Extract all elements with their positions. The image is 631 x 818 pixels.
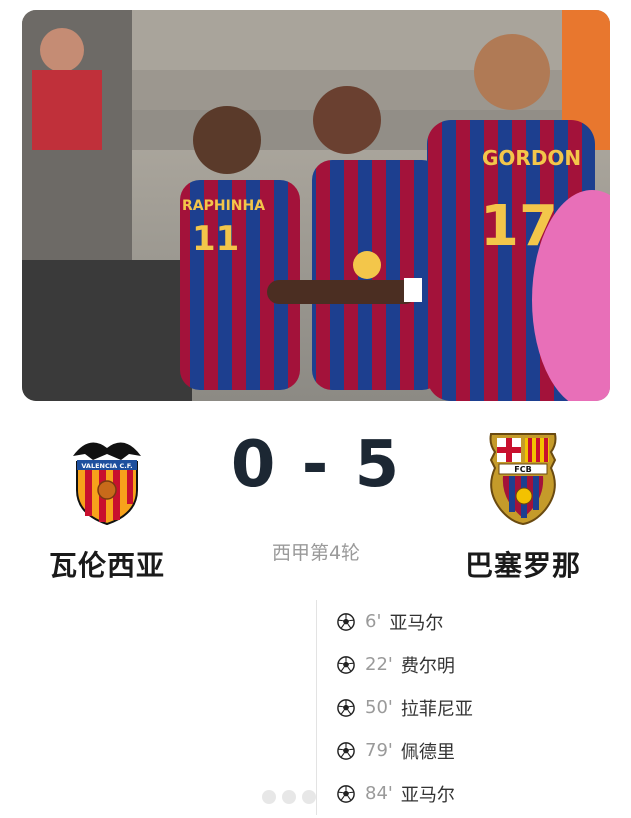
goal-scorer: 亚马尔 [400,784,455,806]
goal-item: 79' 佩德里 [317,729,577,772]
home-team: VALENCIA C.F. 瓦伦西亚 [22,430,192,584]
valencia-crest-icon: VALENCIA C.F. [73,442,141,526]
goal-item: 50' 拉菲尼亚 [317,686,577,729]
away-team: FCB 巴塞罗那 [438,430,608,584]
goal-scorer: 拉菲尼亚 [400,698,473,720]
match-round: 西甲第4轮 [271,542,361,564]
soccer-ball-icon [337,655,355,674]
goal-scorer: 佩德里 [400,741,455,763]
goal-item: 6' 亚马尔 [317,600,577,643]
goal-list: 6' 亚马尔 22' 费尔明 50' 拉菲尼亚 79' 佩德里 84' 亚马尔 [316,600,577,815]
jersey-number-11: 11 [192,219,239,259]
valencia-crest-text: VALENCIA C.F. [81,462,132,470]
goal-minute: 79' [365,740,393,761]
watermark-dot [282,790,296,804]
barcelona-crest-icon: FCB [489,433,557,526]
goal-minute: 22' [365,654,393,675]
final-score: 0 - 5 [230,428,402,502]
soccer-ball-icon [337,698,355,717]
soccer-ball-icon [337,612,355,631]
watermark-dot [302,790,316,804]
jersey-name-gordon: GORDON [482,146,581,170]
watermark-dot [262,790,276,804]
goal-minute: 50' [365,697,393,718]
home-team-name: 瓦伦西亚 [48,549,165,582]
watermark [262,788,382,806]
goal-minute: 6' [365,611,382,632]
celebration-photo: 11 RAPHINHA GORDON 17 [22,10,610,401]
match-photo: 11 RAPHINHA GORDON 17 [22,10,610,401]
goal-scorer: 费尔明 [400,655,455,677]
soccer-ball-icon [337,741,355,760]
goal-scorer: 亚马尔 [389,612,444,634]
jersey-name-raphinha: RAPHINHA [182,198,265,214]
away-team-name: 巴塞罗那 [464,549,581,582]
goal-item: 22' 费尔明 [317,643,577,686]
barcelona-crest-text: FCB [514,465,531,474]
